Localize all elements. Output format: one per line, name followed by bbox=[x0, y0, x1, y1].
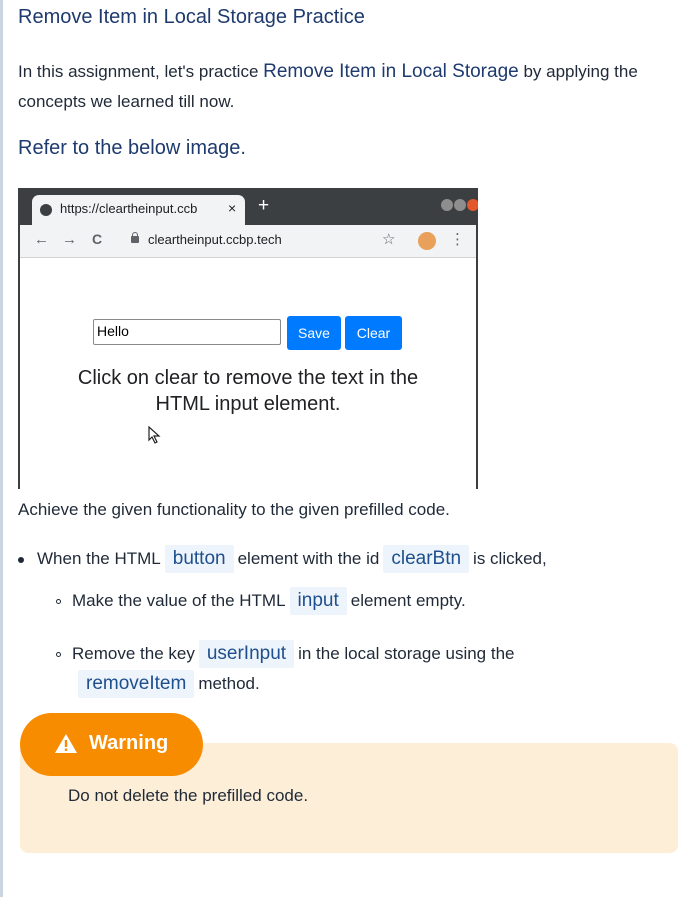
browser-tab-url: https://cleartheinput.ccb bbox=[60, 201, 198, 216]
bullet-sub-1: Make the value of the HTML input element e… bbox=[72, 586, 466, 616]
browser-toolbar: ← → C cleartheinput.ccbp.tech ☆ ⋮ bbox=[18, 225, 478, 258]
demo-message: Click on clear to remove the text in the… bbox=[77, 367, 419, 415]
bullet-sub2-text-1: Remove the key bbox=[72, 644, 195, 663]
code-clearbtn: clearBtn bbox=[383, 545, 470, 573]
code-button: button bbox=[164, 545, 234, 573]
code-input: input bbox=[289, 587, 347, 615]
refer-heading: Refer to the below image. bbox=[18, 137, 246, 159]
bullet-sub2-text-2: in the local storage using the bbox=[298, 644, 515, 663]
reload-icon: C bbox=[92, 231, 103, 247]
intro-text-before: In this assignment, let's practice bbox=[18, 62, 264, 81]
bullet-main: When the HTML button element with the id cl… bbox=[37, 544, 547, 574]
bullet-main-text-1: When the HTML bbox=[37, 549, 161, 568]
warning-text: Do not delete the prefilled code. bbox=[68, 786, 309, 805]
achieve-text: Achieve the given functionality to the g… bbox=[18, 500, 450, 519]
bullet-sub2-text-3: method. bbox=[198, 674, 260, 693]
minimize-window-icon bbox=[441, 199, 453, 211]
sub-bullet-dot bbox=[56, 652, 61, 657]
left-rule bbox=[0, 0, 3, 897]
browser-tab-bar: https://cleartheinput.ccb × + bbox=[18, 188, 478, 225]
lock-icon bbox=[131, 232, 139, 243]
warning-label: Warning bbox=[89, 732, 169, 754]
browser-address: cleartheinput.ccbp.tech bbox=[148, 232, 282, 247]
page-title: Remove Item in Local Storage Practice bbox=[18, 6, 365, 28]
demo-clear-button: Clear bbox=[345, 316, 402, 350]
bullet-sub1-text-2: element empty. bbox=[350, 591, 466, 610]
code-userinput: userInput bbox=[198, 640, 295, 668]
bullet-sub-2-line-1: Remove the key userInput in the local stor… bbox=[72, 639, 515, 669]
browser-frame-right bbox=[476, 225, 478, 489]
warning-badge: Warning bbox=[20, 713, 203, 776]
mouse-cursor-icon bbox=[148, 426, 161, 444]
forward-arrow-icon: → bbox=[62, 231, 77, 248]
back-arrow-icon: ← bbox=[34, 231, 49, 248]
tab-close-icon: × bbox=[228, 200, 237, 216]
close-window-icon bbox=[467, 199, 478, 211]
bullet-main-text-2: element with the id bbox=[237, 549, 380, 568]
maximize-window-icon bbox=[454, 199, 466, 211]
globe-icon bbox=[40, 204, 52, 216]
demo-save-button: Save bbox=[287, 316, 341, 350]
new-tab-icon: + bbox=[258, 195, 270, 216]
code-removeitem: removeItem bbox=[78, 670, 195, 698]
intro-paragraph: In this assignment, let's practice Remov… bbox=[18, 57, 683, 117]
browser-tab: https://cleartheinput.ccb × bbox=[32, 195, 245, 225]
bullet-sub-2-line-2: removeItem method. bbox=[74, 669, 260, 699]
browser-menu-icon: ⋮ bbox=[450, 231, 465, 248]
warning-icon bbox=[55, 734, 77, 753]
browser-screenshot-image: https://cleartheinput.ccb × + ← → C clea… bbox=[18, 188, 478, 489]
intro-highlight: Remove Item in Local Storage bbox=[263, 61, 519, 82]
browser-frame-left bbox=[18, 225, 20, 489]
demo-input-field: Hello bbox=[93, 319, 281, 345]
bullet-main-text-3: is clicked, bbox=[473, 549, 547, 568]
extension-icon bbox=[418, 232, 436, 250]
sub-bullet-dot bbox=[56, 599, 61, 604]
bullet-sub1-text-1: Make the value of the HTML bbox=[72, 591, 286, 610]
bullet-dot bbox=[18, 557, 24, 563]
star-icon: ☆ bbox=[382, 231, 396, 248]
